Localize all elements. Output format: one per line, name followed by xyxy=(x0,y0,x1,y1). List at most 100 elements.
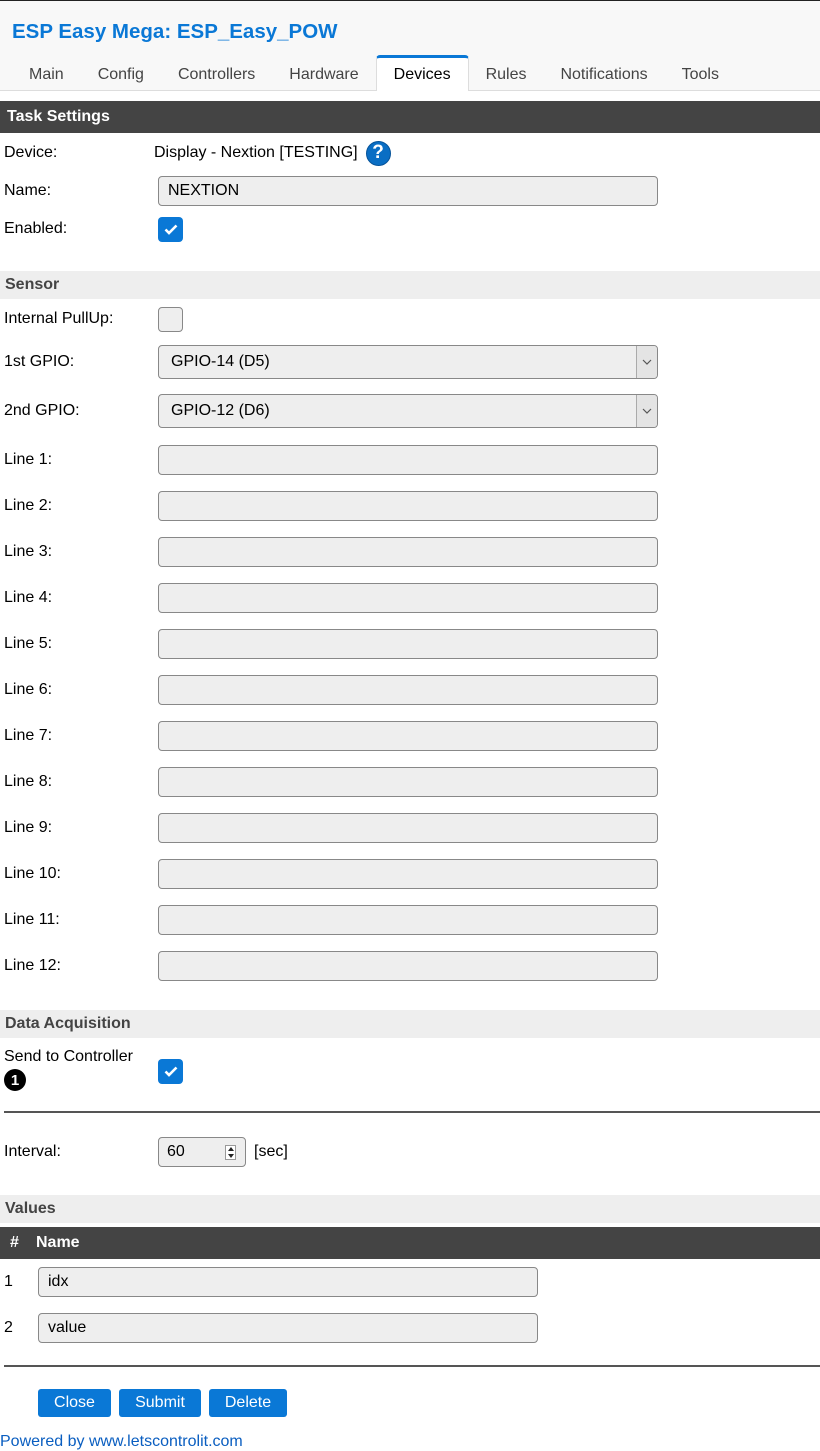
line-10-input[interactable] xyxy=(158,859,658,889)
page-header: ESP Easy Mega: ESP_Easy_POW Main Config … xyxy=(0,1,820,91)
value-name-input[interactable]: idx xyxy=(38,1267,538,1297)
line-label: Line 9: xyxy=(4,819,53,836)
value-name-input[interactable]: value xyxy=(38,1313,538,1343)
action-bar: Close Submit Delete xyxy=(0,1351,820,1431)
gpio1-value: GPIO-14 (D5) xyxy=(171,353,270,370)
line-label: Line 6: xyxy=(4,681,53,698)
enabled-checkbox[interactable] xyxy=(158,216,183,242)
line-label: Line 1: xyxy=(4,451,53,468)
interval-row: Interval: 60 [sec] xyxy=(0,1112,820,1192)
line-row: Line 7: xyxy=(0,713,820,759)
line-7-input[interactable] xyxy=(158,721,658,751)
close-button[interactable]: Close xyxy=(38,1389,111,1417)
tab-notifications[interactable]: Notifications xyxy=(543,56,664,92)
line-3-input[interactable] xyxy=(158,537,658,567)
gpio2-value: GPIO-12 (D6) xyxy=(171,402,270,419)
line-1-input[interactable] xyxy=(158,445,658,475)
interval-unit: [sec] xyxy=(254,1143,288,1160)
tab-controllers[interactable]: Controllers xyxy=(161,56,272,92)
interval-input[interactable]: 60 xyxy=(158,1137,246,1167)
line-label: Line 4: xyxy=(4,589,53,606)
send-to-controller-row: Send to Controller 1 xyxy=(0,1038,820,1113)
line-5-input[interactable] xyxy=(158,629,658,659)
line-row: Line 6: xyxy=(0,667,820,713)
chevron-down-icon xyxy=(636,346,657,378)
chevron-down-icon xyxy=(636,395,657,427)
tab-devices[interactable]: Devices xyxy=(375,55,469,91)
column-header-name: Name xyxy=(36,1234,80,1251)
column-header-number: # xyxy=(10,1234,19,1251)
spinner-arrows-icon[interactable] xyxy=(225,1145,236,1160)
footer-link[interactable]: Powered by www.letscontrolit.com xyxy=(0,1433,243,1451)
send-to-controller-label: Send to Controller xyxy=(4,1048,133,1065)
line-8-input[interactable] xyxy=(158,767,658,797)
values-table-header: # Name xyxy=(0,1227,820,1259)
controller-number-badge: 1 xyxy=(4,1069,26,1091)
value-number: 1 xyxy=(4,1273,13,1290)
pullup-label: Internal PullUp: xyxy=(4,310,114,327)
line-label: Line 12: xyxy=(4,957,61,974)
line-9-input[interactable] xyxy=(158,813,658,843)
app-title: ESP Easy Mega: ESP_Easy_POW xyxy=(12,20,338,43)
values-heading: Values xyxy=(0,1195,820,1223)
gpio1-label: 1st GPIO: xyxy=(4,353,75,370)
send-to-controller-checkbox[interactable] xyxy=(158,1059,183,1084)
checkmark-icon xyxy=(164,1066,177,1077)
line-row: Line 3: xyxy=(0,529,820,575)
main-nav-tabs: Main Config Controllers Hardware Devices… xyxy=(12,55,736,92)
value-number: 2 xyxy=(4,1319,13,1336)
line-row: Line 5: xyxy=(0,621,820,667)
enabled-label: Enabled: xyxy=(4,220,68,237)
checkmark-icon xyxy=(164,224,177,235)
delete-button[interactable]: Delete xyxy=(209,1389,287,1417)
line-12-input[interactable] xyxy=(158,951,658,981)
line-label: Line 5: xyxy=(4,635,53,652)
line-row: Line 2: xyxy=(0,483,820,529)
tab-hardware[interactable]: Hardware xyxy=(272,56,375,92)
line-row: Line 11: xyxy=(0,897,820,943)
line-label: Line 3: xyxy=(4,543,53,560)
display-lines: Line 1: Line 2: Line 3: Line 4: Line 5: … xyxy=(0,437,820,989)
line-row: Line 1: xyxy=(0,437,820,483)
gpio1-select[interactable]: GPIO-14 (D5) xyxy=(158,345,658,379)
line-row: Line 8: xyxy=(0,759,820,805)
line-2-input[interactable] xyxy=(158,491,658,521)
line-row: Line 4: xyxy=(0,575,820,621)
gpio2-label: 2nd GPIO: xyxy=(4,402,80,419)
gpio1-row: 1st GPIO: GPIO-14 (D5) xyxy=(0,339,820,385)
line-row: Line 9: xyxy=(0,805,820,851)
gpio2-select[interactable]: GPIO-12 (D6) xyxy=(158,394,658,428)
tab-rules[interactable]: Rules xyxy=(469,56,544,92)
line-label: Line 11: xyxy=(4,911,60,928)
line-4-input[interactable] xyxy=(158,583,658,613)
gpio2-row: 2nd GPIO: GPIO-12 (D6) xyxy=(0,385,820,437)
line-label: Line 10: xyxy=(4,865,61,882)
line-label: Line 8: xyxy=(4,773,53,790)
line-label: Line 7: xyxy=(4,727,53,744)
name-input[interactable]: NEXTION xyxy=(158,176,658,206)
table-row: 2 value xyxy=(0,1305,820,1351)
question-mark-icon[interactable]: ? xyxy=(365,140,391,166)
sensor-heading: Sensor xyxy=(0,271,820,299)
interval-label: Interval: xyxy=(4,1143,61,1160)
line-row: Line 12: xyxy=(0,943,820,989)
pullup-checkbox[interactable] xyxy=(158,306,183,332)
interval-value: 60 xyxy=(167,1143,185,1160)
submit-button[interactable]: Submit xyxy=(119,1389,201,1417)
data-acquisition-heading: Data Acquisition xyxy=(0,1010,820,1038)
enabled-row: Enabled: xyxy=(0,209,820,249)
line-11-input[interactable] xyxy=(158,905,658,935)
name-label: Name: xyxy=(4,182,52,199)
line-label: Line 2: xyxy=(4,497,53,514)
tab-main[interactable]: Main xyxy=(12,56,81,92)
task-settings-heading: Task Settings xyxy=(0,101,820,133)
line-6-input[interactable] xyxy=(158,675,658,705)
line-row: Line 10: xyxy=(0,851,820,897)
tab-config[interactable]: Config xyxy=(81,56,161,92)
device-value: Display - Nextion [TESTING] xyxy=(154,144,358,161)
device-label: Device: xyxy=(4,144,58,161)
device-row: Device: Display - Nextion [TESTING] ? xyxy=(0,133,820,173)
tab-tools[interactable]: Tools xyxy=(665,56,736,92)
name-row: Name: NEXTION xyxy=(0,173,820,209)
pullup-row: Internal PullUp: xyxy=(0,299,820,339)
